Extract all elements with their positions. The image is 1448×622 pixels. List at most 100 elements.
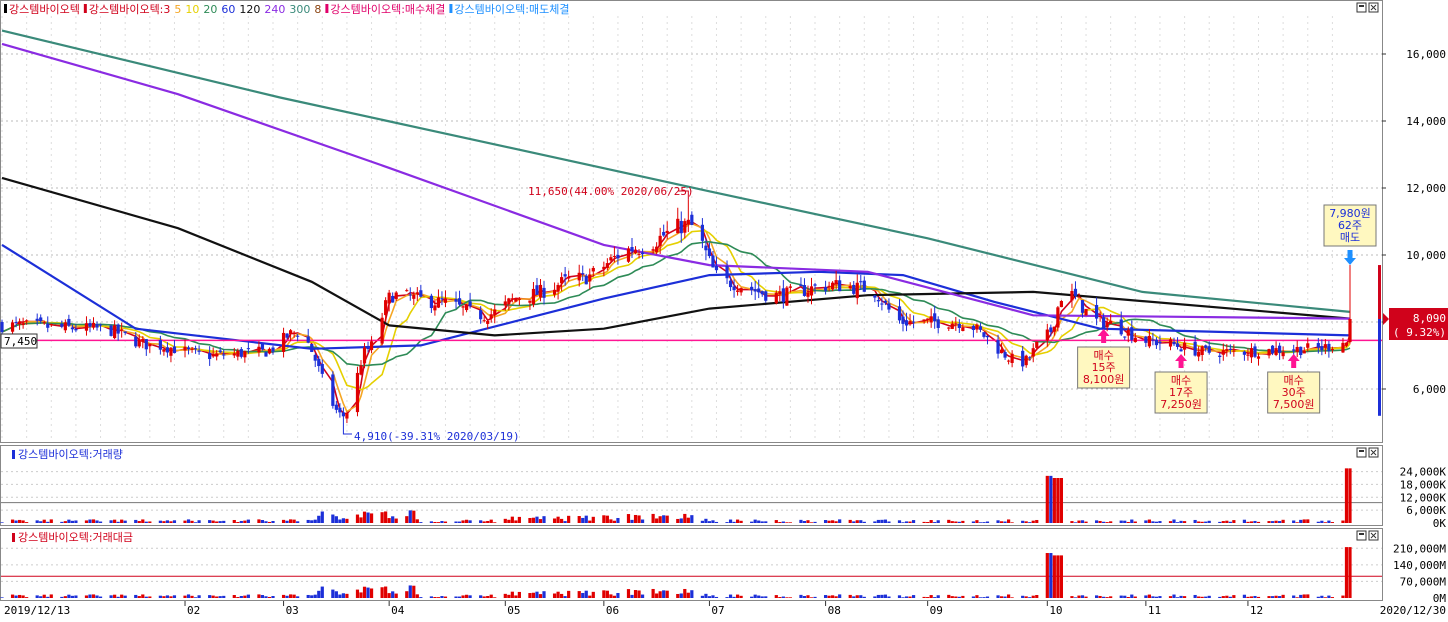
volume-bar bbox=[1070, 521, 1074, 523]
candle-body bbox=[109, 325, 113, 336]
legend-item: 20 bbox=[203, 3, 217, 16]
amount-bar bbox=[1021, 595, 1025, 598]
volume-bar bbox=[929, 520, 933, 523]
amount-bar bbox=[507, 594, 511, 598]
amount-bar bbox=[1109, 596, 1113, 598]
restore-icon[interactable] bbox=[1356, 2, 1367, 13]
candle-body bbox=[567, 277, 571, 279]
candle-body bbox=[162, 349, 166, 352]
legend-marker bbox=[325, 4, 329, 13]
close-icon[interactable] bbox=[1368, 2, 1379, 13]
amount-bar bbox=[1253, 595, 1257, 598]
volume-bar bbox=[739, 520, 743, 523]
volume-bar bbox=[658, 516, 662, 523]
amount-bar bbox=[338, 594, 342, 598]
volume-bar bbox=[633, 514, 638, 523]
candle-body bbox=[823, 287, 828, 291]
candle-body bbox=[1021, 350, 1025, 367]
amount-bar bbox=[1182, 596, 1187, 598]
volume-bar bbox=[17, 519, 22, 523]
volume-bar bbox=[1052, 478, 1056, 523]
stock-chart: 16,00014,00012,00010,0008,0006,0002019/1… bbox=[0, 0, 1448, 617]
volume-bar bbox=[141, 519, 145, 523]
price-tick-label: 14,000 bbox=[1406, 115, 1446, 128]
volume-bar bbox=[616, 517, 620, 523]
amount-bar bbox=[609, 594, 613, 598]
volume-bar bbox=[809, 522, 814, 523]
amount-bar bbox=[764, 596, 768, 598]
candle-body bbox=[831, 282, 835, 290]
volume-bar bbox=[42, 519, 46, 523]
candle-body bbox=[1028, 357, 1032, 359]
amount-bar bbox=[1225, 595, 1229, 598]
amount-bar bbox=[683, 588, 687, 598]
candle-body bbox=[334, 404, 338, 410]
amount-bar bbox=[1168, 596, 1173, 598]
volume-bar bbox=[387, 518, 391, 523]
amount-bar bbox=[208, 595, 212, 598]
volume-bar bbox=[936, 520, 940, 523]
candle-body bbox=[1299, 346, 1303, 355]
candle-body bbox=[605, 263, 609, 268]
volume-bar bbox=[338, 519, 342, 523]
candle-body bbox=[1109, 320, 1113, 324]
amount-bar bbox=[10, 594, 15, 598]
volume-bar bbox=[246, 519, 250, 523]
volume-bar bbox=[172, 520, 177, 523]
amount-bar bbox=[1133, 596, 1137, 598]
volume-tick-label: 12,000K bbox=[1400, 491, 1447, 504]
volume-bar bbox=[457, 521, 462, 523]
restore-icon[interactable] bbox=[1356, 447, 1367, 458]
close-icon[interactable] bbox=[1368, 530, 1379, 541]
current-price-box: 8,090 ( 9.32%) bbox=[1389, 308, 1448, 340]
candle-body bbox=[1168, 339, 1173, 347]
amount-bar bbox=[1175, 597, 1180, 598]
candle-body bbox=[95, 324, 99, 328]
candle-body bbox=[67, 318, 71, 326]
amount-bar bbox=[464, 594, 469, 598]
volume-bar bbox=[285, 520, 289, 523]
amount-bar bbox=[1204, 596, 1208, 598]
close-icon[interactable] bbox=[1368, 447, 1379, 458]
volume-bar bbox=[320, 511, 324, 523]
volume-bar bbox=[1007, 519, 1011, 523]
amount-bar bbox=[538, 594, 543, 598]
candle-body bbox=[531, 288, 536, 305]
candle-body bbox=[739, 288, 743, 293]
volume-bar bbox=[584, 515, 588, 523]
candle-body bbox=[855, 282, 859, 299]
candle-body bbox=[1130, 327, 1134, 340]
amount-bar bbox=[1098, 595, 1102, 598]
amount-bar bbox=[711, 595, 715, 598]
candle-body bbox=[429, 295, 433, 309]
volume-bar bbox=[1330, 522, 1335, 523]
x-tick-label: 09 bbox=[930, 604, 943, 617]
svg-text:7,450: 7,450 bbox=[4, 335, 37, 348]
candle-body bbox=[640, 252, 645, 255]
amount-bar bbox=[1242, 594, 1247, 598]
volume-bar bbox=[876, 519, 880, 523]
low-annotation: 4,910(-39.31% 2020/03/19) bbox=[354, 430, 520, 443]
candle-body bbox=[876, 300, 880, 302]
candle-body bbox=[690, 214, 694, 225]
amount-bar bbox=[806, 595, 810, 598]
amount-bar bbox=[408, 585, 412, 598]
amount-bar bbox=[264, 596, 268, 598]
x-tick-label: 12 bbox=[1250, 604, 1263, 617]
candle-body bbox=[1035, 341, 1039, 348]
amount-bar bbox=[936, 595, 940, 598]
amount-bar bbox=[419, 597, 423, 598]
amount-bar bbox=[1094, 595, 1099, 598]
candle-body bbox=[887, 303, 891, 310]
candle-body bbox=[345, 413, 349, 419]
candle-body bbox=[1059, 300, 1063, 308]
restore-icon[interactable] bbox=[1356, 530, 1367, 541]
volume-bar bbox=[799, 519, 803, 523]
candle-body bbox=[514, 298, 518, 302]
amount-bar bbox=[831, 595, 835, 598]
volume-bar bbox=[802, 521, 807, 523]
legend-item: 10 bbox=[185, 3, 199, 16]
candle-body bbox=[834, 280, 838, 285]
candle-body bbox=[760, 291, 764, 295]
amount-bar bbox=[1059, 555, 1063, 598]
